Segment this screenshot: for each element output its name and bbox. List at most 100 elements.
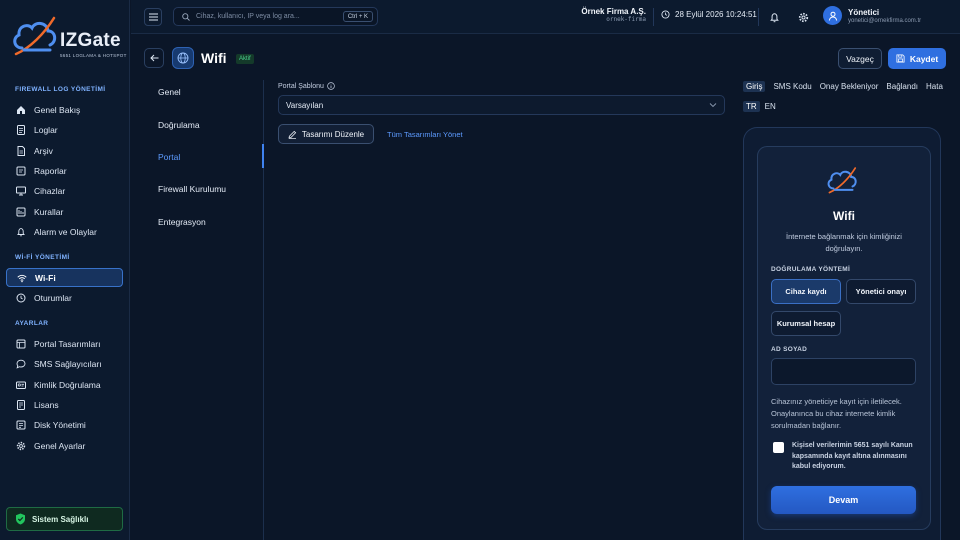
edit-design-button[interactable]: Tasarımı Düzenle: [278, 124, 374, 144]
sidebar-item-label: Oturumlar: [34, 292, 72, 303]
portal-template-select[interactable]: Varsayılan: [278, 95, 725, 115]
sidebar-item-label: Kurallar: [34, 206, 64, 217]
full-name-label: AD SOYAD: [771, 346, 808, 353]
id-card-icon: [16, 380, 26, 390]
sidebar-item-label: Wi-Fi: [35, 272, 56, 283]
home-icon: [16, 105, 26, 115]
avatar: [823, 6, 842, 25]
user-menu[interactable]: Yönetici yonetici@ornekfirma.com.tr: [823, 6, 921, 25]
sidebar-item-label: Portal Tasarımları: [34, 338, 101, 349]
auth-method-label: DOĞRULAMA YÖNTEMİ: [771, 266, 851, 273]
chevron-down-icon: [709, 101, 717, 109]
continue-button[interactable]: Devam: [771, 486, 916, 514]
portal-description: İnternete bağlanmak için kimliğinizi doğ…: [786, 232, 902, 253]
portal-template-label-text: Portal Şablonu: [278, 82, 324, 90]
preview-tab-connected[interactable]: Bağlandı: [886, 82, 918, 92]
preview-language-switch: TR EN: [743, 101, 781, 112]
back-button[interactable]: [144, 48, 164, 68]
full-name-input[interactable]: [771, 358, 916, 385]
active-tab-indicator: [262, 144, 264, 168]
brand-name: IZGate: [60, 30, 121, 51]
company-code: ornek-firma: [606, 16, 646, 23]
brand-tagline: 5651 LOGLAMA & HOTSPOT: [60, 53, 127, 58]
consent-text: Kişisel verilerimin 5651 sayılı Kanun ka…: [792, 442, 913, 470]
sidebar-item-disk[interactable]: Disk Yönetimi: [6, 415, 123, 434]
settings-button[interactable]: [796, 10, 810, 24]
archive-icon: [16, 145, 26, 156]
sidebar-item-archive[interactable]: Arşiv: [6, 141, 123, 160]
search-placeholder: Cihaz, kullanıcı, IP veya log ara...: [196, 13, 300, 20]
sidebar-item-label: Genel Bakış: [34, 104, 81, 115]
sidebar-item-label: Arşiv: [34, 145, 53, 156]
user-email: yonetici@ornekfirma.com.tr: [848, 17, 922, 24]
sidebar-item-wifi[interactable]: Wi-Fi: [6, 268, 123, 287]
tab-authentication[interactable]: Doğrulama: [158, 120, 200, 130]
brand-logo[interactable]: IZGate 5651 LOGLAMA & HOTSPOT: [10, 12, 126, 66]
info-icon[interactable]: [327, 82, 335, 90]
sidebar-item-label: Disk Yönetimi: [34, 419, 86, 430]
disk-icon: [16, 420, 26, 430]
hamburger-icon: [148, 13, 158, 21]
sidebar-item-label: Kimlik Doğrulama: [34, 379, 101, 390]
section-title-firewall: FIREWALL LOG YÖNETİMİ: [15, 86, 106, 93]
arrow-left-icon: [149, 54, 158, 62]
gear-icon: [798, 12, 808, 22]
sidebar-item-reports[interactable]: Raporlar: [6, 161, 123, 180]
menu-toggle-button[interactable]: [144, 8, 162, 26]
sidebar-item-label: SMS Sağlayıcıları: [34, 358, 102, 369]
tab-firewall-setup[interactable]: Firewall Kurulumu: [158, 184, 226, 194]
manage-designs-link[interactable]: Tüm Tasarımları Yönet: [387, 130, 463, 139]
bell-icon: [16, 227, 26, 237]
bell-icon: [769, 12, 779, 22]
sidebar-item-label: Lisans: [34, 399, 59, 410]
rules-icon: [16, 207, 26, 217]
tab-portal[interactable]: Portal: [158, 152, 180, 162]
sidebar-item-rules[interactable]: Kurallar: [6, 202, 123, 221]
sidebar-item-label: Cihazlar: [34, 185, 66, 196]
sidebar-item-devices[interactable]: Cihazlar: [6, 181, 123, 200]
edit-design-label: Tasarımı Düzenle: [301, 129, 365, 139]
user-name: Yönetici: [848, 7, 880, 17]
tab-general[interactable]: Genel: [158, 87, 181, 97]
save-button-label: Kaydet: [909, 53, 939, 64]
sidebar-item-portal-designs[interactable]: Portal Tasarımları: [6, 334, 123, 353]
clock-icon: [16, 293, 26, 303]
company-switcher[interactable]: Örnek Firma A.Ş. ornek-firma: [571, 7, 646, 23]
system-health-status[interactable]: Sistem Sağlıklı: [6, 507, 123, 531]
portal-template-value: Varsayılan: [286, 100, 324, 110]
cloud-logo-icon: [13, 16, 57, 56]
language-tr[interactable]: TR: [743, 101, 760, 112]
sidebar-item-label: Raporlar: [34, 165, 67, 176]
sidebar-item-authentication[interactable]: Kimlik Doğrulama: [6, 375, 123, 394]
preview-tab-error[interactable]: Hata: [926, 82, 943, 92]
preview-tab-login[interactable]: Giriş: [743, 81, 766, 92]
sidebar-item-logs[interactable]: Loglar: [6, 120, 123, 139]
save-button[interactable]: Kaydet: [888, 48, 946, 69]
preview-tab-pending[interactable]: Onay Bekleniyor: [820, 82, 879, 92]
method-admin-approval[interactable]: Yönetici onayı: [846, 279, 916, 304]
tab-integration[interactable]: Entegrasyon: [158, 217, 206, 227]
log-icon: [16, 124, 26, 135]
method-device-registration[interactable]: Cihaz kaydı: [771, 279, 841, 304]
sidebar-item-overview[interactable]: Genel Bakış: [6, 100, 123, 119]
portal-template-label: Portal Şablonu: [278, 82, 335, 90]
search-shortcut-hint: Ctrl + K: [342, 11, 373, 22]
sidebar-item-general-settings[interactable]: Genel Ayarlar: [6, 436, 123, 455]
sidebar-item-sms-providers[interactable]: SMS Sağlayıcıları: [6, 354, 123, 373]
preview-tab-sms-code[interactable]: SMS Kodu: [773, 82, 811, 92]
language-en[interactable]: EN: [765, 102, 776, 112]
consent-checkbox[interactable]: [773, 442, 784, 453]
datetime-text: 28 Eylül 2026 10:24:51: [675, 10, 757, 19]
status-badge: Aktif: [236, 54, 254, 64]
layout-icon: [16, 339, 26, 349]
notifications-button[interactable]: [767, 10, 781, 24]
cancel-button[interactable]: Vazgeç: [838, 48, 882, 69]
method-corporate-account[interactable]: Kurumsal hesap: [771, 311, 841, 336]
global-search-input[interactable]: Cihaz, kullanıcı, IP veya log ara... Ctr…: [173, 7, 378, 26]
sidebar-item-license[interactable]: Lisans: [6, 395, 123, 414]
topbar-divider: [653, 8, 654, 26]
settings-subnav: Genel Doğrulama Portal Firewall Kurulumu…: [143, 80, 264, 540]
sidebar-item-alarms[interactable]: Alarm ve Olaylar: [6, 222, 123, 241]
sidebar-item-label: Alarm ve Olaylar: [34, 226, 97, 237]
sidebar-item-sessions[interactable]: Oturumlar: [6, 288, 123, 307]
